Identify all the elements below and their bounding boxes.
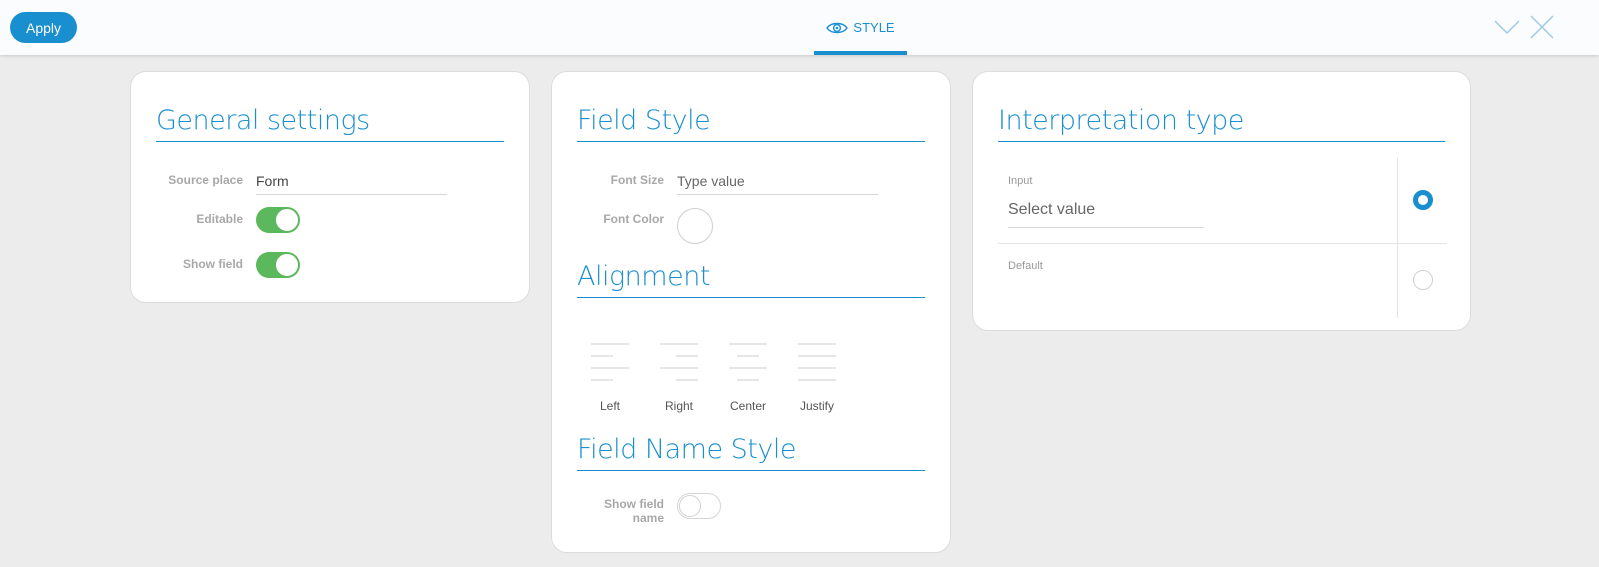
default-radio[interactable] (1413, 270, 1433, 290)
input-radio[interactable] (1413, 190, 1433, 210)
source-place-label: Source place (168, 173, 243, 187)
general-settings-title: General settings (156, 104, 504, 142)
apply-button[interactable]: Apply (10, 12, 77, 43)
editable-toggle[interactable] (256, 207, 300, 233)
show-field-name-toggle[interactable] (677, 493, 721, 519)
show-field-label: Show field (183, 257, 243, 271)
show-field-name-label-line1: Show field (604, 497, 664, 511)
show-field-toggle[interactable] (256, 252, 300, 278)
editable-label: Editable (196, 212, 243, 226)
row-divider (998, 243, 1447, 244)
toggle-knob (276, 209, 298, 231)
field-style-title: Field Style (577, 104, 925, 142)
show-field-name-label: Show field name (572, 497, 664, 525)
general-settings-card: General settings Source place Form Edita… (130, 71, 530, 303)
align-center-label: Center (729, 399, 767, 413)
align-center-option[interactable]: Center (724, 343, 772, 413)
font-size-label: Font Size (610, 173, 664, 187)
align-justify-label: Justify (799, 399, 834, 413)
toggle-knob (276, 254, 298, 276)
align-center-icon (729, 343, 767, 381)
select-value-dropdown[interactable]: Select value (1008, 201, 1204, 228)
interpretation-type-card: Interpretation type Input Select value D… (972, 71, 1471, 331)
default-option-label: Default (1008, 260, 1043, 272)
show-field-name-label-line2: name (632, 511, 664, 525)
align-right-icon (660, 343, 698, 381)
alignment-title: Alignment (577, 260, 925, 298)
font-color-picker[interactable] (677, 208, 713, 244)
align-justify-icon (798, 343, 836, 381)
tab-style[interactable]: STYLE (814, 0, 907, 55)
align-right-label: Right (664, 399, 693, 413)
top-toolbar: Apply STYLE (0, 0, 1599, 55)
input-option-label: Input (1008, 175, 1033, 187)
font-size-input[interactable]: Type value (677, 173, 878, 195)
tab-active-indicator (814, 51, 907, 55)
toggle-knob (679, 495, 701, 517)
close-icon[interactable] (1528, 15, 1556, 39)
interpretation-type-title: Interpretation type (998, 104, 1445, 142)
align-right-option[interactable]: Right (655, 343, 703, 413)
chevron-down-icon[interactable] (1493, 15, 1521, 39)
align-left-option[interactable]: Left (586, 343, 634, 413)
font-color-label: Font Color (603, 212, 664, 226)
field-style-card: Field Style Font Size Type value Font Co… (551, 71, 951, 553)
align-justify-option[interactable]: Justify (793, 343, 841, 413)
column-divider (1397, 158, 1398, 318)
tab-style-label: STYLE (853, 20, 895, 35)
align-left-icon (591, 343, 629, 381)
align-left-label: Left (599, 399, 620, 413)
eye-icon (826, 22, 849, 33)
source-place-field[interactable]: Form (256, 173, 447, 195)
field-name-style-title: Field Name Style (577, 433, 925, 471)
